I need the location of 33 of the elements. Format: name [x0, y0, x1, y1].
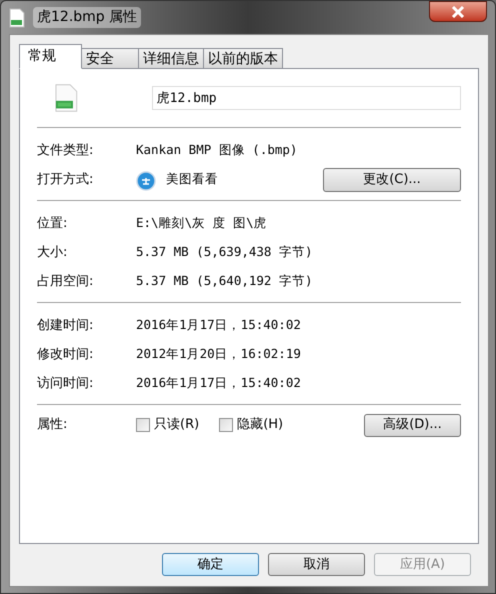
dialog-button[interactable]: 确定 — [162, 553, 259, 576]
advanced-button[interactable]: 高级(D)... — [364, 414, 461, 436]
file-icon — [9, 8, 25, 28]
field-label: 属性: — [37, 416, 68, 434]
field-label: 文件类型: — [37, 142, 94, 160]
close-icon — [451, 6, 465, 18]
file-name-field[interactable]: 虎12.bmp — [152, 86, 461, 110]
field-label: 占用空间: — [37, 272, 94, 291]
change-button[interactable]: 更改(C)... — [323, 168, 461, 192]
bmp-file-icon — [55, 83, 78, 113]
field-value: 5.37 MB (5,640,192 字节) — [136, 272, 314, 290]
field-value: Kankan BMP 图像 (.bmp) — [136, 141, 298, 160]
field-value: E:\雕刻\灰 度 图\虎 — [136, 214, 268, 232]
field-label: 访问时间: — [37, 374, 94, 393]
tab[interactable]: 常规 — [19, 44, 82, 69]
field-value: 2016年1月17日，15:40:02 — [136, 316, 302, 334]
checkbox[interactable]: 只读(R) — [136, 415, 200, 435]
checkbox[interactable]: 隐藏(H) — [219, 415, 284, 435]
close-button[interactable] — [429, 1, 487, 22]
dialog-button[interactable]: 取消 — [268, 553, 365, 576]
field-label: 位置: — [37, 214, 68, 233]
window-title: 虎12.bmp 属性 — [33, 7, 142, 28]
field-label: 打开方式: — [37, 170, 94, 189]
field-label: 创建时间: — [37, 316, 94, 335]
field-value: 美图看看 — [166, 170, 219, 188]
tab[interactable]: 以前的版本 — [203, 48, 283, 69]
field-value: 5.37 MB (5,639,438 字节) — [136, 243, 314, 262]
field-label: 修改时间: — [37, 346, 94, 364]
field-value: 2016年1月17日，15:40:02 — [136, 374, 302, 392]
field-value: 2012年1月20日，16:02:19 — [136, 345, 302, 364]
tab[interactable]: 详细信息 — [138, 48, 204, 69]
field-label: 大小: — [37, 244, 68, 262]
tab[interactable]: 安全 — [81, 48, 139, 69]
